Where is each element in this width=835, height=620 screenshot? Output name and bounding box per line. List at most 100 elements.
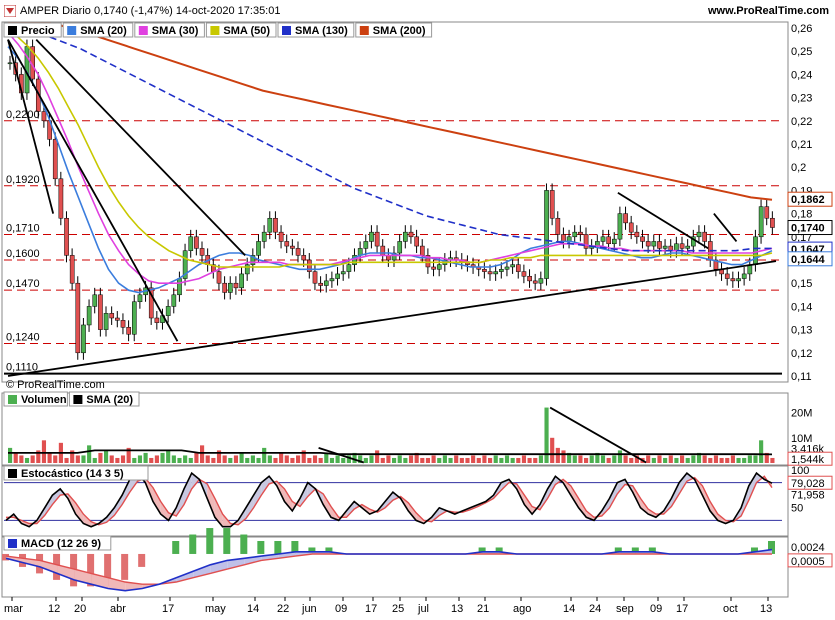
- volume-bar: [329, 457, 335, 463]
- volume-bar: [386, 455, 391, 463]
- y-tick-label: 0,2: [791, 162, 806, 174]
- x-tick-label: 21: [477, 603, 489, 615]
- y-tick-label: 0,22: [791, 116, 812, 128]
- candle: [216, 271, 222, 284]
- candle: [239, 273, 244, 289]
- macd-legend: MACD (12 26 9): [3, 535, 112, 551]
- candle: [227, 282, 233, 293]
- candle: [98, 294, 103, 330]
- candle: [177, 278, 182, 296]
- candle: [741, 273, 747, 279]
- volume-bar: [606, 457, 611, 463]
- y-tick-label: 0,26: [791, 23, 812, 35]
- y-tick-label: 0,12: [791, 348, 812, 360]
- candle: [233, 282, 239, 289]
- volume-bar: [674, 457, 679, 463]
- candle: [380, 245, 386, 256]
- volume-bar: [550, 437, 555, 463]
- candle: [606, 236, 611, 245]
- volume-bar: [104, 450, 109, 463]
- volume-legend: Volumen SMA (20): [3, 391, 140, 407]
- candle: [628, 222, 634, 233]
- volume-bar: [431, 455, 436, 463]
- volume-bar: [442, 455, 447, 463]
- volume-bar: [262, 447, 267, 463]
- volume-bar: [143, 452, 148, 463]
- volume-bar: [115, 457, 120, 463]
- candle: [645, 241, 651, 247]
- copyright-credit: © ProRealTime.com: [6, 379, 105, 391]
- candle: [273, 217, 278, 233]
- macd-tag-signal: 0,0005: [791, 556, 825, 568]
- candle: [515, 264, 521, 272]
- volume-bar: [454, 455, 459, 463]
- macd-histogram-bar: [240, 534, 248, 554]
- x-tick-label: sep: [616, 603, 634, 615]
- price-panel[interactable]: [1, 21, 789, 383]
- candle: [346, 264, 352, 272]
- y-tick-label: 0,23: [791, 93, 812, 105]
- level-label: 0,1710: [6, 222, 40, 234]
- volume-bar: [403, 457, 408, 463]
- volume-bar: [245, 457, 250, 463]
- x-tick-label: jun: [301, 603, 317, 615]
- macd-histogram-bar: [138, 553, 146, 567]
- candle: [165, 306, 171, 316]
- price-tag-sma20: 0,1644: [791, 254, 826, 266]
- volume-bar: [160, 452, 165, 463]
- volume-bar: [685, 457, 690, 463]
- candle: [109, 313, 115, 319]
- volume-bar: [132, 457, 137, 463]
- candle: [103, 313, 109, 330]
- volume-bar: [713, 455, 719, 463]
- volume-bar: [730, 455, 735, 463]
- candle: [126, 327, 131, 335]
- legend-label: SMA (30): [152, 25, 199, 37]
- y-tick-label: 0,15: [791, 278, 812, 290]
- volume-bar: [41, 440, 47, 463]
- candle: [267, 217, 273, 233]
- candle: [278, 231, 284, 242]
- stoch-tag-k: 79,028: [791, 478, 825, 490]
- candle: [64, 217, 69, 256]
- x-tick-label: mar: [4, 603, 23, 615]
- volume-bar: [521, 455, 527, 463]
- macd-tag-macd: 0,0024: [791, 542, 825, 554]
- volume-bar: [561, 450, 566, 463]
- candle: [600, 236, 606, 242]
- legend-swatch: [67, 26, 77, 35]
- x-tick-label: 17: [676, 603, 688, 615]
- volume-bar: [437, 457, 442, 463]
- candle: [69, 255, 75, 284]
- x-tick-label: may: [205, 603, 226, 615]
- candle: [527, 275, 532, 282]
- candle: [662, 245, 668, 249]
- price-tag-last: 0,1740: [791, 223, 825, 235]
- volume-bar: [759, 440, 764, 463]
- volume-bar: [375, 450, 380, 463]
- candle: [634, 231, 640, 238]
- candle: [436, 264, 442, 270]
- volume-bar: [600, 455, 606, 463]
- volume-bar: [81, 455, 86, 463]
- volume-bar: [459, 457, 464, 463]
- level-label: 0,1920: [6, 174, 40, 186]
- candle: [171, 294, 177, 307]
- candle: [724, 273, 730, 279]
- candle: [154, 317, 160, 323]
- price-tag-sma200: 0,1862: [791, 194, 825, 206]
- x-tick-label: ago: [513, 603, 531, 615]
- chart-canvas: 0,260,250,240,230,220,210,20,190,180,170…: [1, 21, 833, 615]
- candle: [199, 248, 205, 256]
- volume-bar: [183, 455, 188, 463]
- candle: [75, 282, 81, 354]
- candle: [544, 190, 549, 279]
- macd-histogram-bar: [121, 553, 129, 580]
- volume-bar: [24, 457, 30, 463]
- volume-bar: [307, 457, 312, 463]
- volume-bar: [154, 455, 159, 463]
- volume-bar: [612, 455, 617, 463]
- candle: [7, 62, 13, 65]
- volume-bar: [448, 457, 453, 463]
- volume-bar: [137, 455, 143, 463]
